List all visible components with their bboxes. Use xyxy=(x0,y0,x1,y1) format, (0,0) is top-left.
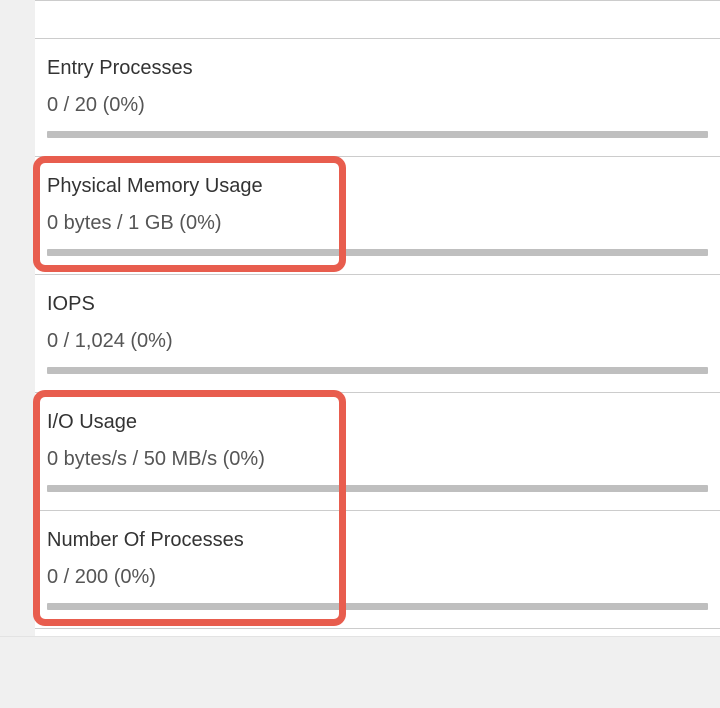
metric-title: IOPS xyxy=(47,293,708,316)
metric-physical-memory: Physical Memory Usage 0 bytes / 1 GB (0%… xyxy=(35,156,720,274)
metric-entry-processes: Entry Processes 0 / 20 (0%) xyxy=(35,38,720,156)
metric-value: 0 bytes / 1 GB (0%) xyxy=(47,212,708,235)
progress-bar xyxy=(47,131,708,138)
bottom-spacer xyxy=(35,628,720,636)
progress-bar xyxy=(47,485,708,492)
metrics-panel: Entry Processes 0 / 20 (0%) Physical Mem… xyxy=(35,0,720,636)
metric-title: Entry Processes xyxy=(47,57,708,80)
metric-value: 0 bytes/s / 50 MB/s (0%) xyxy=(47,448,708,471)
metric-number-processes: Number Of Processes 0 / 200 (0%) xyxy=(35,510,720,628)
metric-title: Physical Memory Usage xyxy=(47,175,708,198)
metric-iops: IOPS 0 / 1,024 (0%) xyxy=(35,274,720,392)
progress-bar xyxy=(47,603,708,610)
metric-value: 0 / 200 (0%) xyxy=(47,566,708,589)
metric-title: I/O Usage xyxy=(47,411,708,434)
metric-io-usage: I/O Usage 0 bytes/s / 50 MB/s (0%) xyxy=(35,392,720,510)
progress-bar xyxy=(47,249,708,256)
metric-value: 0 / 20 (0%) xyxy=(47,94,708,117)
top-spacer xyxy=(35,0,720,38)
metric-title: Number Of Processes xyxy=(47,529,708,552)
progress-bar xyxy=(47,367,708,374)
metric-value: 0 / 1,024 (0%) xyxy=(47,330,708,353)
after-spacer xyxy=(0,636,720,698)
